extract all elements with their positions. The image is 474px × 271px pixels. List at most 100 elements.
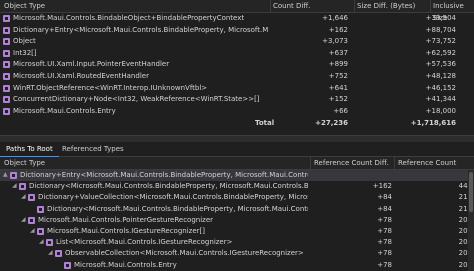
vertical-scrollbar[interactable] (468, 170, 474, 271)
class-icon (64, 261, 71, 269)
count-diff-cell: +3,073 (322, 37, 348, 46)
size-diff-cell: +48,128 (425, 72, 456, 80)
expand-toggle-icon[interactable]: ◢ (12, 181, 18, 192)
count-diff-cell: +641 (328, 83, 348, 92)
header-count-diff[interactable]: Count Diff. (273, 0, 310, 12)
class-icon (10, 172, 17, 179)
header-object-type[interactable]: Object Type (4, 0, 45, 12)
reference-count-diff-cell: +78 (377, 215, 392, 224)
header-object-type-paths[interactable]: Object Type (4, 157, 45, 169)
object-type-cell: List<Microsoft.Maui.Controls.IGestureRec… (56, 238, 233, 247)
reference-count-diff-cell: +162 (372, 182, 392, 191)
expand-toggle-icon[interactable]: ◢ (21, 192, 27, 203)
object-type-cell: ObservableCollection<Microsoft.Maui.Cont… (65, 249, 304, 258)
table-row[interactable]: WinRT.ObjectReference<WinRT.Interop.IUnk… (0, 83, 474, 94)
total-row: Total +27,236 +1,718,616 (0, 118, 474, 129)
reference-count-cell: 200 (458, 238, 472, 247)
top-table-header: Object Type Count Diff. Size Diff. (Byte… (0, 0, 474, 22)
class-icon (3, 73, 10, 80)
object-type-cell: Microsoft.Maui.Controls.PointerGestureRe… (38, 215, 214, 224)
table-row[interactable]: Dictionary+Entry<Microsoft.Maui.Controls… (0, 25, 474, 36)
tree-row[interactable]: Microsoft.Maui.Controls.Entry +78 200 (0, 260, 474, 271)
tree-row[interactable]: Dictionary<Microsoft.Maui.Controls.Binda… (0, 204, 474, 215)
class-icon (37, 228, 44, 235)
object-type-cell: Dictionary<Microsoft.Maui.Controls.Binda… (29, 182, 308, 191)
count-diff-cell: +162 (328, 25, 348, 34)
table-row[interactable]: Object +3,073 +73,752 (0, 36, 474, 47)
reference-count-diff-cell: +84 (377, 204, 392, 213)
reference-count-diff-cell: +78 (377, 260, 392, 269)
table-row[interactable]: Microsoft.UI.Xaml.RoutedEventHandler +752… (0, 71, 474, 82)
pane-splitter[interactable] (0, 135, 474, 142)
reference-count-diff-cell: +78 (377, 227, 392, 235)
reference-count-cell: 200 (458, 249, 472, 258)
class-icon (37, 205, 44, 213)
size-diff-cell: +41,344 (425, 95, 456, 104)
size-diff-cell: +39,504 (425, 14, 456, 22)
class-icon (28, 194, 35, 202)
size-diff-cell: +62,592 (425, 48, 456, 57)
class-icon (3, 15, 10, 22)
header-size-diff[interactable]: Size Diff. (Bytes) (357, 0, 415, 12)
reference-count-cell: 200 (458, 227, 472, 235)
table-row[interactable]: Int32[] +637 +62,592 (0, 48, 474, 59)
object-type-cell: Object (13, 37, 36, 46)
total-count: +27,236 (315, 119, 348, 127)
object-type-cell: Dictionary+ValueCollection<Microsoft.Mau… (38, 193, 308, 202)
total-size: +1,718,616 (410, 119, 456, 127)
class-icon (3, 49, 10, 57)
reference-count-diff-cell: +78 (377, 238, 392, 247)
header-reference-count[interactable]: Reference Count (398, 157, 456, 169)
reference-count-cell: 218 (458, 204, 472, 213)
tab-paths-to-root[interactable]: Paths To Root (0, 142, 59, 158)
total-label: Total (255, 119, 275, 127)
size-diff-cell: +73,752 (425, 37, 456, 46)
object-type-cell: Dictionary<Microsoft.Maui.Controls.Binda… (47, 204, 308, 213)
tree-row[interactable]: ▲ Dictionary+Entry<Microsoft.Maui.Control… (0, 170, 474, 181)
count-diff-cell: +152 (328, 95, 348, 104)
class-icon (3, 26, 10, 34)
reference-count-cell: 218 (458, 193, 472, 202)
reference-count-cell: 447 (458, 182, 472, 191)
class-icon (3, 84, 10, 92)
reference-count-diff-cell: +78 (377, 249, 392, 258)
tab-bar: Paths To Root Referenced Types (0, 142, 474, 158)
reference-count-cell: 200 (458, 215, 472, 224)
object-type-cell: Microsoft.Maui.Controls.Entry (13, 106, 116, 115)
table-row[interactable]: Microsoft.UI.Xaml.Input.PointerEventHand… (0, 59, 474, 70)
object-type-cell: Microsoft.Maui.Controls.BindableObject+B… (13, 14, 245, 22)
count-diff-cell: +637 (328, 48, 348, 57)
count-diff-cell: +66 (333, 106, 348, 115)
class-icon (3, 38, 10, 46)
scrollbar-thumb[interactable] (469, 172, 473, 212)
expand-toggle-icon[interactable]: ▲ (3, 170, 9, 181)
tree-row[interactable]: ◢ List<Microsoft.Maui.Controls.IGestureRe… (0, 237, 474, 248)
top-table: Object Type Count Diff. Size Diff. (Byte… (0, 0, 474, 134)
object-type-cell: Int32[] (13, 48, 37, 57)
table-row[interactable]: Microsoft.Maui.Controls.Entry +66 +18,000 (0, 106, 474, 117)
table-row[interactable]: Microsoft.Maui.Controls.BindableObject+B… (0, 13, 474, 24)
object-type-cell: Microsoft.UI.Xaml.RoutedEventHandler (13, 72, 149, 80)
tree-row[interactable]: ◢ ObservableCollection<Microsoft.Maui.Con… (0, 248, 474, 259)
expand-toggle-icon[interactable]: ◢ (21, 215, 27, 226)
table-row[interactable]: ConcurrentDictionary+Node<Int32, WeakRef… (0, 94, 474, 105)
object-type-cell: WinRT.ObjectReference<WinRT.Interop.IUnk… (13, 83, 208, 92)
object-type-cell: Dictionary+Entry<Microsoft.Maui.Controls… (13, 25, 268, 34)
object-type-cell: ConcurrentDictionary+Node<Int32, WeakRef… (13, 95, 260, 104)
tree-row[interactable]: ◢ Dictionary<Microsoft.Maui.Controls.Bind… (0, 181, 474, 192)
expand-toggle-icon[interactable]: ◢ (30, 226, 36, 237)
tree-row[interactable]: ◢ Dictionary+ValueCollection<Microsoft.Ma… (0, 192, 474, 203)
reference-count-diff-cell (340, 170, 392, 181)
expand-toggle-icon[interactable]: ◢ (39, 237, 45, 248)
tree-row[interactable]: ◢ Microsoft.Maui.Controls.PointerGestureR… (0, 215, 474, 226)
expand-toggle-icon[interactable]: ◢ (48, 248, 54, 259)
reference-count-cell (420, 170, 472, 181)
tree-row[interactable]: ◢ Microsoft.Maui.Controls.IGestureRecogni… (0, 226, 474, 237)
class-icon (46, 239, 53, 247)
header-reference-count-diff[interactable]: Reference Count Diff. (314, 157, 389, 169)
bottom-table-rows: ▲ Dictionary+Entry<Microsoft.Maui.Control… (0, 170, 474, 271)
object-type-cell: Microsoft.Maui.Controls.IGestureRecogniz… (47, 227, 205, 235)
tab-referenced-types[interactable]: Referenced Types (56, 142, 130, 156)
count-diff-cell: +752 (328, 72, 348, 80)
top-table-rows: Microsoft.Maui.Controls.BindableObject+B… (0, 13, 474, 123)
